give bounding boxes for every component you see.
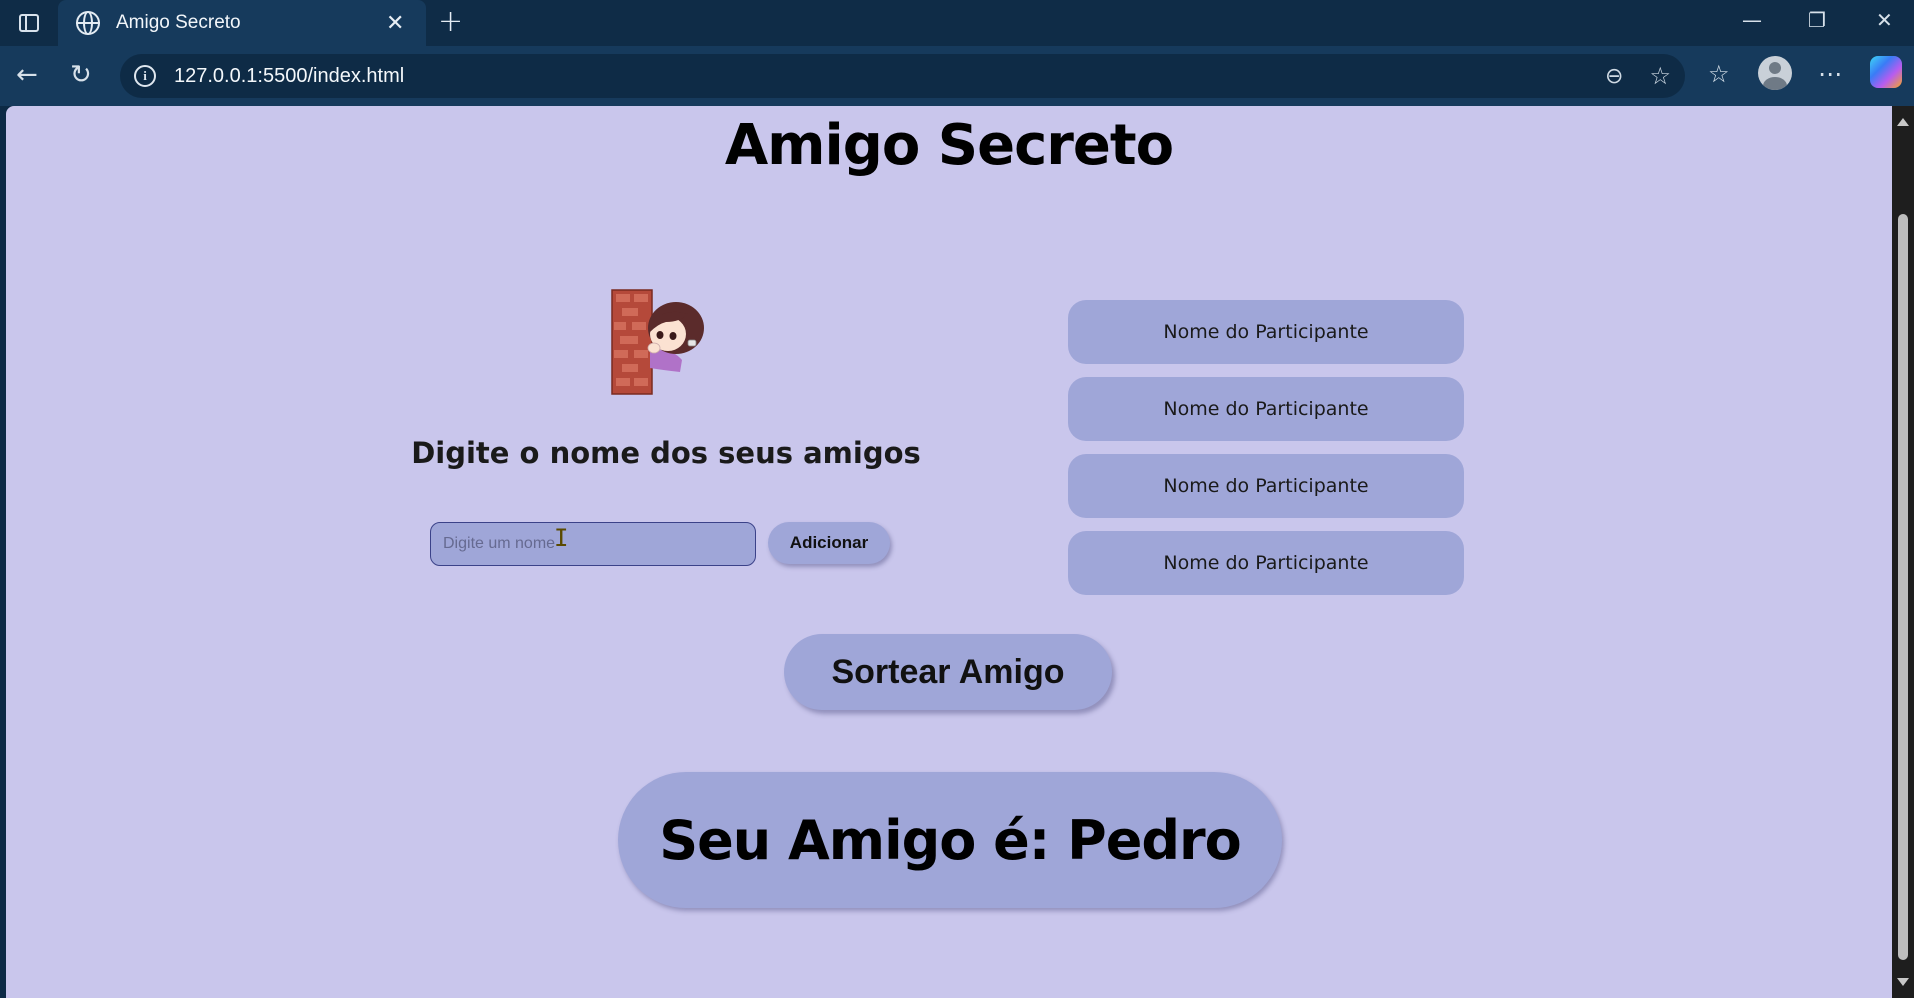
minimize-icon[interactable]: — — [1742, 8, 1762, 32]
add-button[interactable]: Adicionar — [768, 522, 890, 564]
copilot-icon[interactable] — [1870, 56, 1902, 88]
participants-list: Nome do Participante Nome do Participant… — [1068, 300, 1464, 608]
profile-avatar[interactable] — [1758, 56, 1792, 90]
address-url[interactable]: 127.0.0.1:5500/index.html — [174, 65, 1605, 88]
scroll-up-icon[interactable] — [1897, 118, 1909, 126]
favorites-list-icon[interactable]: ☆ — [1708, 60, 1730, 88]
zoom-icon[interactable]: ⊖ — [1605, 64, 1623, 89]
tab-actions-icon[interactable] — [14, 8, 44, 38]
more-options-icon[interactable]: ⋯ — [1818, 60, 1842, 88]
close-tab-icon[interactable]: ✕ — [386, 11, 404, 36]
peeking-girl-illustration — [611, 289, 704, 395]
tab-title: Amigo Secreto — [116, 12, 241, 33]
close-window-icon[interactable]: ✕ — [1876, 8, 1893, 32]
browser-tabstrip: Amigo Secreto ✕ + — ❐ ✕ — [0, 0, 1914, 46]
back-arrow-icon[interactable]: ← — [16, 60, 38, 90]
friend-name-input[interactable] — [430, 522, 756, 566]
new-tab-icon[interactable]: + — [438, 4, 463, 39]
list-item: Nome do Participante — [1068, 377, 1464, 441]
restore-icon[interactable]: ❐ — [1808, 8, 1826, 32]
text-cursor-icon: I — [554, 524, 569, 552]
reload-icon[interactable]: ↻ — [70, 60, 92, 90]
browser-tab[interactable]: Amigo Secreto ✕ — [58, 0, 426, 46]
scrollbar-thumb[interactable] — [1898, 214, 1908, 960]
result-display: Seu Amigo é: Pedro — [618, 772, 1282, 908]
list-item: Nome do Participante — [1068, 531, 1464, 595]
instruction-text: Digite o nome dos seus amigos — [411, 436, 921, 470]
page-title: Amigo Secreto — [724, 113, 1174, 178]
page-scrollbar[interactable] — [1892, 106, 1914, 998]
page-viewport: Amigo Secreto Digite o nome dos seus ami… — [6, 106, 1892, 998]
favorite-star-icon[interactable]: ☆ — [1649, 62, 1671, 90]
list-item: Nome do Participante — [1068, 300, 1464, 364]
site-info-icon[interactable]: i — [134, 65, 156, 87]
browser-toolbar: ← ↻ i 127.0.0.1:5500/index.html ⊖ ☆ ☆ ⋯ — [0, 46, 1914, 106]
draw-friend-button[interactable]: Sortear Amigo — [784, 634, 1112, 710]
globe-icon — [76, 11, 100, 35]
scroll-down-icon[interactable] — [1897, 978, 1909, 986]
address-bar[interactable]: i 127.0.0.1:5500/index.html ⊖ ☆ — [120, 54, 1685, 98]
list-item: Nome do Participante — [1068, 454, 1464, 518]
